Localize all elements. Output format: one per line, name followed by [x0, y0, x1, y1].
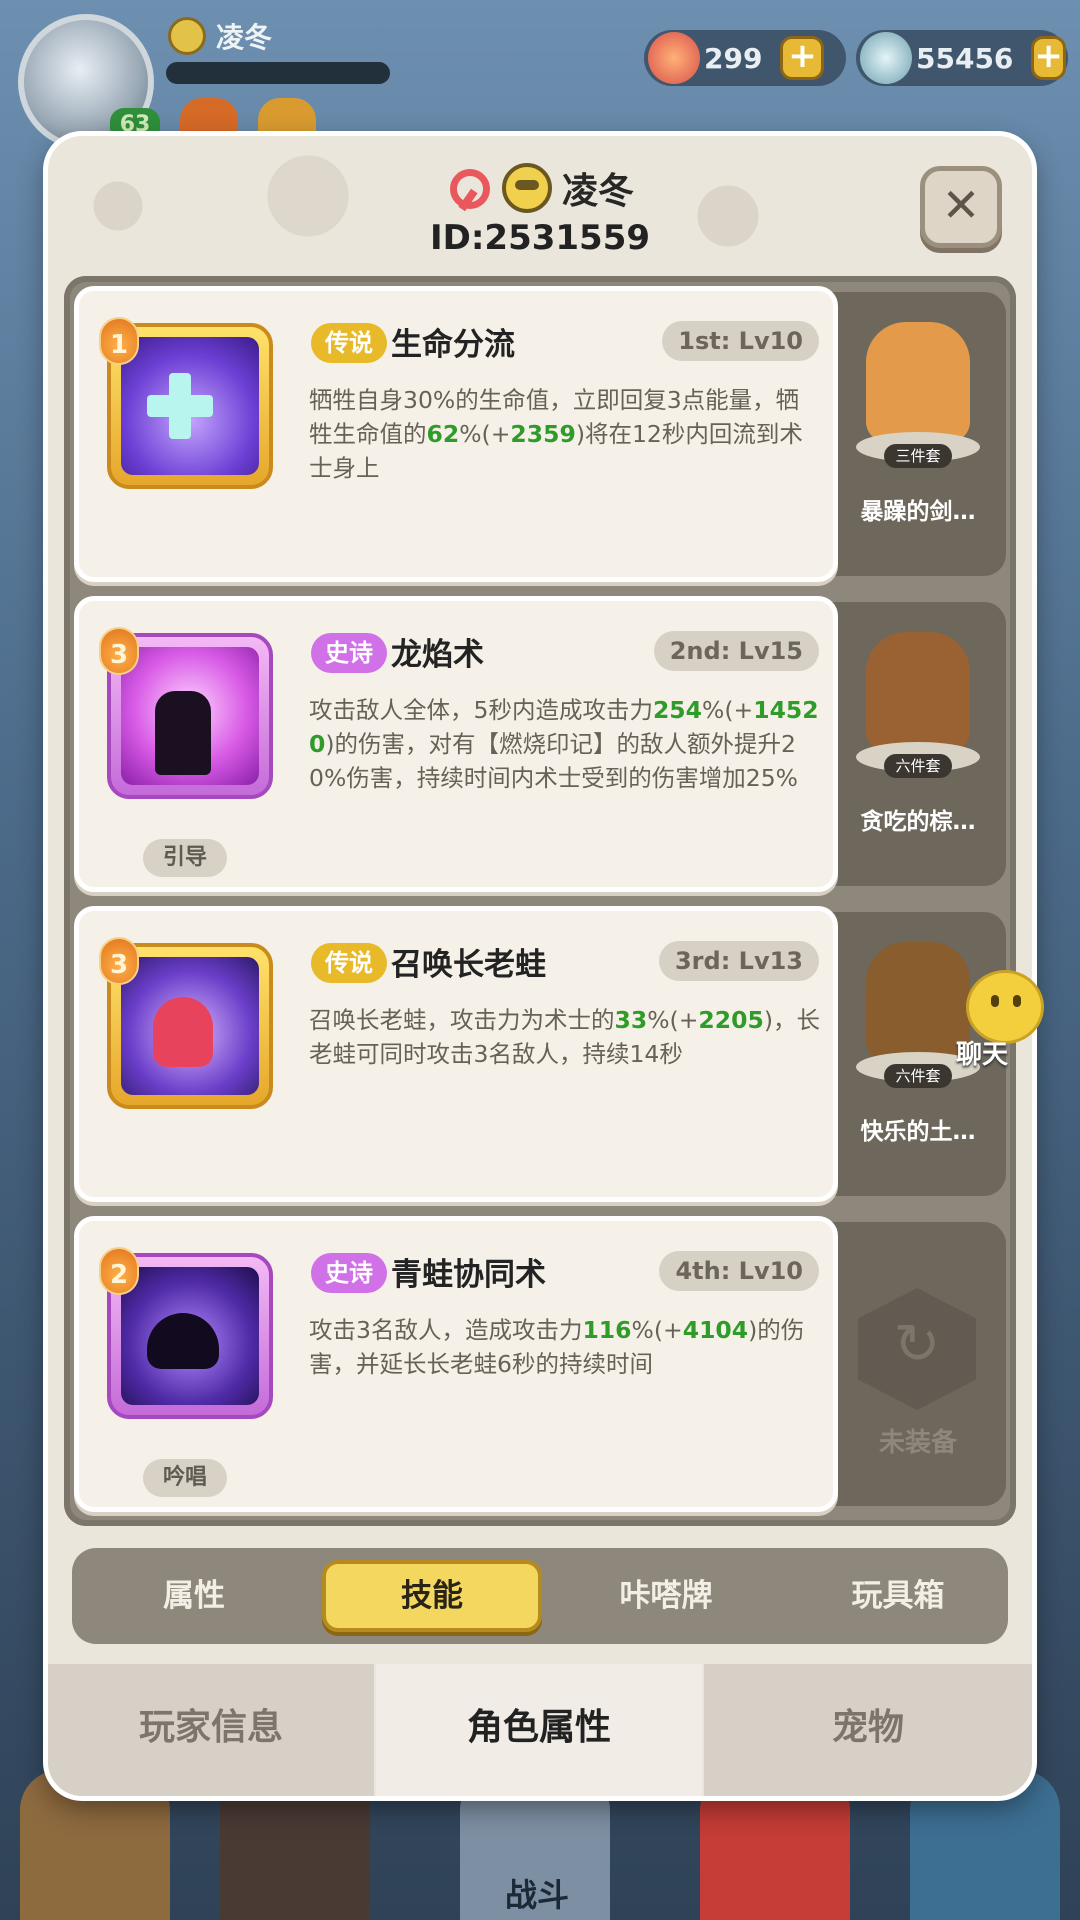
- pearl-currency-icon: [860, 32, 912, 84]
- sub-tabs: 属性 技能 咔嗒牌 玩具箱: [72, 1548, 1008, 1644]
- pet-set-tag: 六件套: [884, 754, 952, 778]
- shell-count: 299: [704, 41, 763, 75]
- xp-bar: [166, 62, 390, 84]
- cast-type-tag: 吟唱: [143, 1459, 227, 1497]
- pearl-currency: 55456 +: [856, 30, 1068, 86]
- skill-description: 攻击敌人全体，5秒内造成攻击力254%(+14520)的伤害，对有【燃烧印记】的…: [309, 696, 819, 792]
- pet-name: 暴躁的剑…: [860, 499, 976, 525]
- skill-row: 六件套 快乐的土… 3 传说 召唤长老蛙 3rd: Lv13 召唤长老蛙，攻击力…: [74, 906, 1006, 1202]
- tab-player-info[interactable]: 玩家信息: [48, 1664, 374, 1796]
- tab-character-attributes[interactable]: 角色属性: [376, 1664, 702, 1796]
- skill-name: 青蛙协同术: [391, 1257, 546, 1293]
- skill-level-badge: 3: [99, 627, 139, 675]
- pearl-count: 55456: [916, 41, 1014, 75]
- chat-label[interactable]: 聊天: [956, 1034, 1008, 1071]
- rarity-tag: 传说: [311, 323, 387, 363]
- skill-slot-level: 2nd: Lv15: [653, 631, 819, 671]
- pet-slot[interactable]: 三件套 暴躁的剑…: [828, 292, 1006, 576]
- bottom-tabs: 玩家信息 角色属性 宠物: [48, 1664, 1032, 1796]
- skill-description: 牺牲自身30%的生命值，立即回复3点能量，牺牲生命值的62%(+2359)将在1…: [309, 386, 803, 482]
- tab-cards[interactable]: 咔嗒牌: [556, 1560, 776, 1632]
- smiley-badge-icon: [501, 163, 552, 213]
- tab-pets[interactable]: 宠物: [704, 1664, 1032, 1796]
- close-button[interactable]: ✕: [920, 166, 1002, 248]
- hud-name-text: 凌冬: [216, 21, 273, 54]
- skills-list: 三件套 暴躁的剑… 1 传说 生命分流 1st: Lv10 牺牲自身30%的生命…: [64, 276, 1016, 1526]
- rarity-tag: 史诗: [311, 1253, 387, 1293]
- tab-skills[interactable]: 技能: [322, 1560, 542, 1632]
- rarity-tag: 传说: [311, 943, 387, 983]
- dialog-player-name: 凌冬: [561, 171, 634, 212]
- pet-set-tag: 六件套: [884, 1064, 952, 1088]
- tab-attributes[interactable]: 属性: [84, 1560, 304, 1632]
- hud-player-name: 凌冬: [168, 16, 272, 56]
- pet-slot[interactable]: 六件套 贪吃的棕…: [828, 602, 1006, 886]
- tab-toybox[interactable]: 玩具箱: [788, 1560, 1008, 1632]
- cast-type-tag: 引导: [143, 839, 227, 877]
- skill-name: 生命分流: [391, 327, 515, 363]
- elder-frog-icon: [121, 957, 259, 1095]
- key-icon: [446, 165, 492, 211]
- add-shell-button[interactable]: +: [780, 36, 825, 80]
- skill-slot-level: 1st: Lv10: [662, 321, 819, 361]
- rarity-tag: 史诗: [311, 633, 387, 673]
- skill-card[interactable]: 2 吟唱 史诗 青蛙协同术 4th: Lv10 攻击3名敌人，造成攻击力116%…: [74, 1216, 838, 1512]
- frog-coop-icon: [121, 1267, 259, 1405]
- pet-figure-icon: [866, 942, 970, 1062]
- shell-currency-icon: [648, 32, 700, 84]
- pet-figure-icon: [866, 632, 970, 752]
- skill-level-badge: 3: [99, 937, 139, 985]
- battle-label: 战斗: [505, 1876, 570, 1914]
- pet-name: 快乐的土…: [860, 1119, 976, 1145]
- pet-name: 贪吃的棕…: [860, 809, 976, 835]
- skill-card[interactable]: 1 传说 生命分流 1st: Lv10 牺牲自身30%的生命值，立即回复3点能量…: [74, 286, 838, 582]
- empty-slot-label: 未装备: [878, 1428, 957, 1458]
- skill-name: 龙焰术: [391, 637, 484, 673]
- dialog-title: 凌冬: [48, 162, 1032, 214]
- shell-currency: 299 +: [644, 30, 846, 86]
- skill-level-badge: 1: [99, 317, 139, 365]
- skill-card[interactable]: 3 引导 史诗 龙焰术 2nd: Lv15 攻击敌人全体，5秒内造成攻击力254…: [74, 596, 838, 892]
- skill-slot-level: 3rd: Lv13: [658, 941, 819, 981]
- pet-set-tag: 三件套: [884, 444, 952, 468]
- smiley-badge-icon: [168, 17, 206, 55]
- pet-figure-icon: [866, 322, 970, 442]
- skill-row: 六件套 贪吃的棕… 3 引导 史诗 龙焰术 2nd: Lv15 攻击敌人全体，5…: [74, 596, 1006, 892]
- skill-row: 三件套 暴躁的剑… 1 传说 生命分流 1st: Lv10 牺牲自身30%的生命…: [74, 286, 1006, 582]
- player-info-dialog: 凌冬 ID:2531559 ✕ 三件套 暴躁的剑… 1 传说 生命分流 1st:…: [48, 136, 1032, 1796]
- skill-name: 召唤长老蛙: [391, 947, 546, 983]
- player-id: ID:2531559: [429, 218, 651, 258]
- skill-row: 未装备 2 吟唱 史诗 青蛙协同术 4th: Lv10 攻击3名敌人，造成攻击力…: [74, 1216, 1006, 1512]
- skill-card[interactable]: 3 传说 召唤长老蛙 3rd: Lv13 召唤长老蛙，攻击力为术士的33%(+2…: [74, 906, 838, 1202]
- skill-description: 召唤长老蛙，攻击力为术士的33%(+2205)，长老蛙可同时攻击3名敌人，持续1…: [309, 1006, 820, 1068]
- pet-slot-empty[interactable]: 未装备: [828, 1222, 1006, 1506]
- add-pearl-button[interactable]: +: [1031, 36, 1066, 80]
- empty-slot-icon: [858, 1288, 976, 1410]
- life-tap-icon: [121, 337, 259, 475]
- dragon-flame-icon: [121, 647, 259, 785]
- skill-slot-level: 4th: Lv10: [659, 1251, 819, 1291]
- skill-description: 攻击3名敌人，造成攻击力116%(+4104)的伤害，并延长长老蛙6秒的持续时间: [309, 1316, 805, 1378]
- skill-level-badge: 2: [99, 1247, 139, 1295]
- chat-icon[interactable]: [966, 970, 1044, 1044]
- dialog-header-pattern: [48, 136, 1032, 296]
- top-hud: 63 凌冬 299 + 55456 +: [0, 0, 1080, 150]
